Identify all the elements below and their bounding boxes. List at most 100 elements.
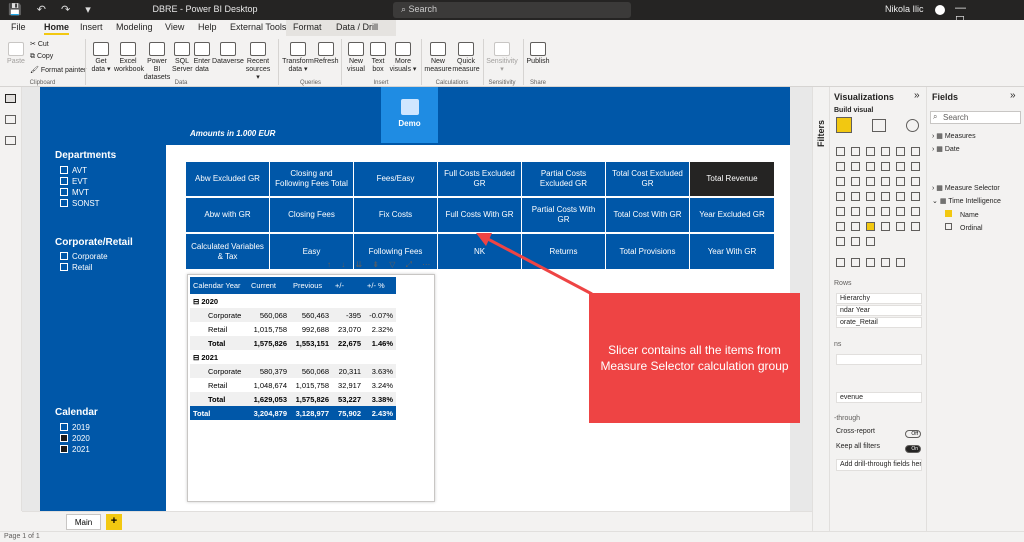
cut-button[interactable]: ✂ Cut (30, 40, 49, 48)
demo-tile[interactable]: Demo (381, 87, 438, 143)
tile-full-costs-excluded-gr[interactable]: Full Costs Excluded GR (438, 162, 521, 196)
tile-abw-excluded-gr[interactable]: Abw Excluded GR (186, 162, 269, 196)
matrix-visual[interactable]: Calendar Year Current Previous +/- +/- %… (187, 274, 435, 502)
visual-type-icon[interactable] (896, 192, 905, 201)
visual-type-icon[interactable] (851, 207, 860, 216)
visual-type-icon[interactable] (851, 162, 860, 171)
visual-type-icon[interactable] (896, 177, 905, 186)
visual-type-icon[interactable] (851, 237, 860, 246)
field-ordinal[interactable]: Ordinal (945, 223, 983, 232)
field-table-date[interactable]: › ▦ Date (932, 145, 960, 153)
slicer-item-2019[interactable]: 2019 (60, 423, 90, 432)
powerbi-datasets-button[interactable]: Power BI datasets (143, 42, 171, 82)
visual-option-icon[interactable] (836, 258, 845, 267)
cross-report-toggle[interactable]: Off (905, 428, 921, 440)
visual-type-icon[interactable] (866, 162, 875, 171)
slicer-item-mvt[interactable]: MVT (60, 188, 89, 197)
visual-type-icon[interactable] (881, 162, 890, 171)
excel-workbook-button[interactable]: Excel workbook (114, 42, 144, 74)
refresh-button[interactable]: Refresh (314, 42, 339, 66)
menu-home[interactable]: Home (44, 22, 70, 35)
visual-option-icon[interactable] (851, 258, 860, 267)
slicer-item-corporate[interactable]: Corporate (60, 252, 108, 261)
visual-type-icon[interactable] (866, 147, 875, 156)
visual-option-icon[interactable] (881, 258, 890, 267)
slicer-item-retail[interactable]: Retail (60, 263, 92, 272)
tile-total-provisions[interactable]: Total Provisions (606, 234, 689, 269)
slicer-item-2020[interactable]: 2020 (60, 434, 90, 443)
recent-sources-button[interactable]: Recent sources ▾ (244, 42, 272, 82)
enter-data-button[interactable]: Enter data (193, 42, 211, 74)
format-painter-button[interactable]: 🖌 Format painter (30, 66, 86, 74)
visual-type-icon[interactable] (866, 222, 875, 231)
visual-option-icon[interactable] (866, 258, 875, 267)
visual-type-icon[interactable] (866, 207, 875, 216)
analytics-tab-icon[interactable] (906, 119, 919, 132)
tile-closing-following-fees-total[interactable]: Closing and Following Fees Total (270, 162, 353, 196)
field-table-time-intelligence[interactable]: ⌄ ▦ Time Intelligence (932, 197, 1001, 205)
menu-view[interactable]: View (165, 22, 184, 32)
visual-type-icon[interactable] (911, 177, 920, 186)
tile-total-revenue[interactable]: Total Revenue (690, 162, 774, 196)
collapse-visualizations-icon[interactable]: » (914, 90, 920, 101)
sensitivity-button[interactable]: Sensitivity ▾ (486, 42, 518, 74)
tile-abw-with-gr[interactable]: Abw with GR (186, 198, 269, 232)
menu-modeling[interactable]: Modeling (116, 22, 153, 32)
build-visual-tab-icon[interactable] (836, 117, 852, 133)
field-name[interactable]: Name (945, 210, 979, 219)
visual-type-icon[interactable] (836, 237, 845, 246)
visual-type-icon[interactable] (911, 162, 920, 171)
quick-access-icons[interactable]: 💾 ↶ ↷ ▾ (8, 3, 97, 16)
new-visual-button[interactable]: New visual (345, 42, 367, 74)
visual-type-icon[interactable] (836, 192, 845, 201)
visual-type-icon[interactable] (866, 192, 875, 201)
visual-type-icon[interactable] (911, 192, 920, 201)
copy-button[interactable]: ⧉ Copy (30, 53, 53, 61)
visual-type-icon[interactable] (881, 147, 890, 156)
columns-field[interactable] (836, 354, 922, 365)
values-field[interactable]: evenue (836, 392, 922, 403)
group-label[interactable]: ⊟ 2020 (190, 294, 396, 308)
visual-type-icon[interactable] (836, 177, 845, 186)
column-header[interactable]: Calendar Year (190, 277, 248, 294)
column-header[interactable]: +/- % (364, 277, 396, 294)
tile-partial-costs-with-gr[interactable]: Partial Costs With GR (522, 198, 605, 232)
rows-field-hierarchy[interactable]: Hierarchy (836, 293, 922, 304)
quick-measure-button[interactable]: Quick measure (452, 42, 480, 74)
menu-format[interactable]: Format (293, 22, 322, 32)
column-header[interactable]: Previous (290, 277, 332, 294)
tile-calculated-variables-tax[interactable]: Calculated Variables & Tax (186, 234, 269, 269)
slicer-item-2021[interactable]: 2021 (60, 445, 90, 454)
visual-type-icon[interactable] (911, 207, 920, 216)
menu-external-tools[interactable]: External Tools (230, 22, 286, 32)
menu-file[interactable]: File (11, 22, 26, 32)
model-view-icon[interactable] (5, 136, 16, 145)
visual-type-icon[interactable] (836, 207, 845, 216)
report-view-icon[interactable] (5, 94, 16, 103)
visual-type-icon[interactable] (866, 177, 875, 186)
search-box[interactable]: ⌕ Search (393, 2, 631, 18)
visual-type-icon[interactable] (851, 177, 860, 186)
fields-search-input[interactable]: Search (930, 111, 1021, 124)
tile-full-costs-with-gr[interactable]: Full Costs With GR (438, 198, 521, 232)
page-tab-main[interactable]: Main (66, 514, 101, 530)
filters-pane-collapsed[interactable] (812, 87, 829, 531)
new-measure-button[interactable]: New measure (424, 42, 452, 74)
column-header[interactable]: Current (248, 277, 290, 294)
tile-fees-easy[interactable]: Fees/Easy (354, 162, 437, 196)
visual-type-icon[interactable] (881, 177, 890, 186)
paste-button[interactable]: Paste (5, 42, 27, 66)
visual-type-icon[interactable] (881, 207, 890, 216)
publish-button[interactable]: Publish (526, 42, 550, 66)
visual-type-icon[interactable] (851, 147, 860, 156)
group-label[interactable]: ⊟ 2021 (190, 350, 396, 364)
avatar[interactable] (935, 5, 945, 15)
tile-closing-fees[interactable]: Closing Fees (270, 198, 353, 232)
visual-type-icon[interactable] (911, 147, 920, 156)
rows-field-calendar-year[interactable]: ndar Year (836, 305, 922, 316)
visual-type-icon[interactable] (851, 222, 860, 231)
more-visuals-button[interactable]: More visuals ▾ (389, 42, 417, 74)
tile-partial-costs-excluded-gr[interactable]: Partial Costs Excluded GR (522, 162, 605, 196)
visual-type-icon[interactable] (836, 222, 845, 231)
collapse-fields-icon[interactable]: » (1010, 90, 1016, 101)
